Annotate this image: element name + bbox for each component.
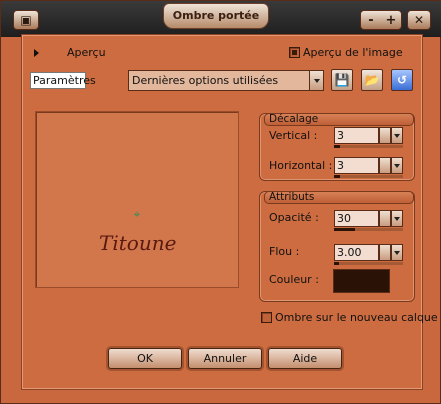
horizontal-spinner[interactable]: 3 [334,157,403,178]
preset-dropdown-value: Dernières options utilisées [132,74,279,87]
manage-presets-button[interactable]: 📂 [361,69,383,91]
image-preview-checkbox[interactable] [289,47,300,58]
window-title: Ombre portée [163,3,269,29]
opacity-spinner[interactable]: 30 [334,210,403,231]
save-preset-button[interactable]: 💾 [331,69,353,91]
close-button[interactable]: ✕ [407,10,431,30]
vertical-updown[interactable] [379,127,391,144]
expand-arrow-icon[interactable] [34,49,39,57]
opacity-input[interactable]: 30 [334,210,379,227]
dialog-window: ▣ Ombre portée - + ✕ Aperçu Aperçu de l'… [0,0,441,404]
presets-label: Paramètres [30,72,96,89]
preview-marker-icon[interactable]: ⌖ [131,208,143,220]
attributes-group-title: Attributs [264,191,414,204]
cancel-button[interactable]: Annuler [188,348,262,369]
shadow-color-swatch[interactable] [333,269,390,293]
blur-label: Flou : [269,245,300,258]
color-label: Couleur : [269,273,319,286]
opacity-label: Opacité : [269,211,319,224]
window-controls: - + [360,10,402,30]
vertical-slider[interactable] [334,145,403,148]
vertical-dropdown-icon[interactable] [391,127,403,144]
maximize-button[interactable]: + [381,11,401,29]
new-layer-label[interactable]: Ombre sur le nouveau calque [275,311,438,324]
minimize-button[interactable]: - [361,11,381,29]
blur-spinner[interactable]: 3.00 [334,244,403,265]
blur-input[interactable]: 3.00 [334,244,379,261]
horizontal-updown[interactable] [379,157,391,174]
help-button[interactable]: Aide [268,348,342,369]
preview-signature-text: Titoune [99,231,177,255]
preview-toggle-label[interactable]: Aperçu [67,46,106,59]
image-preview-label[interactable]: Aperçu de l'image [303,46,403,59]
folder-icon: 📂 [364,73,380,87]
preset-dropdown[interactable]: Dernières options utilisées [128,70,324,91]
opacity-slider[interactable] [334,228,403,231]
horizontal-label: Horizontal : [269,159,333,172]
preview-canvas[interactable] [35,111,239,288]
vertical-input[interactable]: 3 [334,127,379,144]
horizontal-input[interactable]: 3 [334,157,379,174]
horizontal-slider[interactable] [334,175,403,178]
opacity-updown[interactable] [379,210,391,227]
new-layer-checkbox[interactable] [261,312,272,323]
horizontal-dropdown-icon[interactable] [391,157,403,174]
ok-button[interactable]: OK [108,348,182,369]
blur-updown[interactable] [379,244,391,261]
offset-group-title: Décalage [264,113,414,126]
vertical-spinner[interactable]: 3 [334,127,403,148]
vertical-label: Vertical : [269,129,318,142]
reset-arrow-icon: ↺ [396,73,408,87]
blur-dropdown-icon[interactable] [391,244,403,261]
chevron-down-icon[interactable] [309,71,323,90]
blur-slider[interactable] [334,262,403,265]
reset-button[interactable]: ↺ [391,69,413,91]
floppy-disk-icon: 💾 [334,73,350,87]
system-menu-icon[interactable]: ▣ [13,10,39,30]
opacity-dropdown-icon[interactable] [391,210,403,227]
